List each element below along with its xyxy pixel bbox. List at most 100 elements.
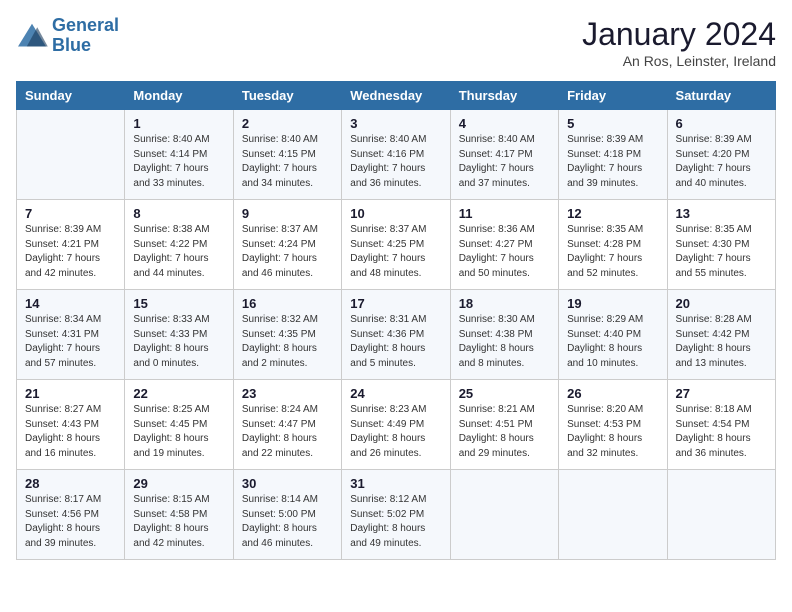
day-info: Sunrise: 8:40 AMSunset: 4:16 PMDaylight:… (350, 133, 441, 191)
col-monday: Monday (125, 82, 233, 110)
table-row: 15Sunrise: 8:33 AMSunset: 4:33 PMDayligh… (125, 290, 233, 380)
table-row: 23 Sunrise: 8:24 AMSunset: 4:47 PMDayligh… (233, 380, 341, 470)
day-info: Sunrise: 8:38 AMSunset: 4:22 PMDaylight:… (133, 223, 224, 281)
day-info: Sunrise: 8:39 AMSunset: 4:18 PMDaylight:… (567, 133, 658, 191)
table-row: 17Sunrise: 8:31 AMSunset: 4:36 PMDayligh… (342, 290, 450, 380)
table-row: 24 Sunrise: 8:23 AMSunset: 4:49 PMDayligh… (342, 380, 450, 470)
day-info: Sunrise: 8:25 AMSunset: 4:45 PMDaylight:… (133, 403, 224, 461)
day-number: 3 (350, 116, 441, 131)
day-info: Sunrise: 8:24 AMSunset: 4:47 PMDaylight:… (242, 403, 333, 461)
day-info: Sunrise: 8:21 AMSunset: 4:51 PMDaylight:… (459, 403, 550, 461)
day-number: 20 (676, 296, 767, 311)
day-number: 25 (459, 386, 550, 401)
table-row (450, 470, 558, 560)
table-row (559, 470, 667, 560)
day-number: 11 (459, 206, 550, 221)
table-row: 4 Sunrise: 8:40 AMSunset: 4:17 PMDaylight… (450, 110, 558, 200)
calendar-table: Sunday Monday Tuesday Wednesday Thursday… (16, 81, 776, 560)
table-row: 21Sunrise: 8:27 AMSunset: 4:43 PMDayligh… (17, 380, 125, 470)
col-thursday: Thursday (450, 82, 558, 110)
day-info: Sunrise: 8:14 AMSunset: 5:00 PMDaylight:… (242, 493, 333, 551)
day-number: 18 (459, 296, 550, 311)
day-info: Sunrise: 8:18 AMSunset: 4:54 PMDaylight:… (676, 403, 767, 461)
logo-text: General Blue (52, 16, 119, 56)
calendar-week-row: 1 Sunrise: 8:40 AMSunset: 4:14 PMDaylight… (17, 110, 776, 200)
day-number: 19 (567, 296, 658, 311)
day-info: Sunrise: 8:20 AMSunset: 4:53 PMDaylight:… (567, 403, 658, 461)
table-row: 3 Sunrise: 8:40 AMSunset: 4:16 PMDaylight… (342, 110, 450, 200)
day-number: 8 (133, 206, 224, 221)
table-row: 1 Sunrise: 8:40 AMSunset: 4:14 PMDaylight… (125, 110, 233, 200)
table-row (17, 110, 125, 200)
day-info: Sunrise: 8:37 AMSunset: 4:25 PMDaylight:… (350, 223, 441, 281)
day-number: 26 (567, 386, 658, 401)
table-row: 29 Sunrise: 8:15 AMSunset: 4:58 PMDayligh… (125, 470, 233, 560)
table-row: 10Sunrise: 8:37 AMSunset: 4:25 PMDayligh… (342, 200, 450, 290)
table-row: 14 Sunrise: 8:34 AMSunset: 4:31 PMDayligh… (17, 290, 125, 380)
day-info: Sunrise: 8:17 AMSunset: 4:56 PMDaylight:… (25, 493, 116, 551)
day-info: Sunrise: 8:40 AMSunset: 4:15 PMDaylight:… (242, 133, 333, 191)
table-row: 26 Sunrise: 8:20 AMSunset: 4:53 PMDayligh… (559, 380, 667, 470)
day-info: Sunrise: 8:12 AMSunset: 5:02 PMDaylight:… (350, 493, 441, 551)
table-row: 19 Sunrise: 8:29 AMSunset: 4:40 PMDayligh… (559, 290, 667, 380)
day-info: Sunrise: 8:29 AMSunset: 4:40 PMDaylight:… (567, 313, 658, 371)
table-row: 6Sunrise: 8:39 AMSunset: 4:20 PMDaylight… (667, 110, 775, 200)
day-number: 6 (676, 116, 767, 131)
day-number: 2 (242, 116, 333, 131)
col-tuesday: Tuesday (233, 82, 341, 110)
day-info: Sunrise: 8:40 AMSunset: 4:17 PMDaylight:… (459, 133, 550, 191)
day-info: Sunrise: 8:34 AMSunset: 4:31 PMDaylight:… (25, 313, 116, 371)
day-number: 7 (25, 206, 116, 221)
day-info: Sunrise: 8:28 AMSunset: 4:42 PMDaylight:… (676, 313, 767, 371)
table-row: 30 Sunrise: 8:14 AMSunset: 5:00 PMDayligh… (233, 470, 341, 560)
day-number: 29 (133, 476, 224, 491)
table-row: 13Sunrise: 8:35 AMSunset: 4:30 PMDayligh… (667, 200, 775, 290)
day-number: 24 (350, 386, 441, 401)
day-number: 4 (459, 116, 550, 131)
table-row: 16Sunrise: 8:32 AMSunset: 4:35 PMDayligh… (233, 290, 341, 380)
day-number: 13 (676, 206, 767, 221)
table-row (667, 470, 775, 560)
page-header: General Blue January 2024 An Ros, Leinst… (16, 16, 776, 69)
day-info: Sunrise: 8:35 AMSunset: 4:28 PMDaylight:… (567, 223, 658, 281)
table-row: 9Sunrise: 8:37 AMSunset: 4:24 PMDaylight… (233, 200, 341, 290)
day-info: Sunrise: 8:36 AMSunset: 4:27 PMDaylight:… (459, 223, 550, 281)
table-row: 22 Sunrise: 8:25 AMSunset: 4:45 PMDayligh… (125, 380, 233, 470)
day-number: 31 (350, 476, 441, 491)
day-number: 28 (25, 476, 116, 491)
calendar-title: January 2024 (582, 16, 776, 53)
table-row: 12Sunrise: 8:35 AMSunset: 4:28 PMDayligh… (559, 200, 667, 290)
day-number: 5 (567, 116, 658, 131)
calendar-week-row: 28 Sunrise: 8:17 AMSunset: 4:56 PMDayligh… (17, 470, 776, 560)
calendar-week-row: 7 Sunrise: 8:39 AMSunset: 4:21 PMDaylight… (17, 200, 776, 290)
day-number: 21 (25, 386, 116, 401)
day-info: Sunrise: 8:23 AMSunset: 4:49 PMDaylight:… (350, 403, 441, 461)
table-row: 27 Sunrise: 8:18 AMSunset: 4:54 PMDayligh… (667, 380, 775, 470)
table-row: 20 Sunrise: 8:28 AMSunset: 4:42 PMDayligh… (667, 290, 775, 380)
day-number: 15 (133, 296, 224, 311)
col-saturday: Saturday (667, 82, 775, 110)
day-info: Sunrise: 8:15 AMSunset: 4:58 PMDaylight:… (133, 493, 224, 551)
day-number: 22 (133, 386, 224, 401)
table-row: 31 Sunrise: 8:12 AMSunset: 5:02 PMDayligh… (342, 470, 450, 560)
day-info: Sunrise: 8:39 AMSunset: 4:21 PMDaylight:… (25, 223, 116, 281)
calendar-week-row: 21Sunrise: 8:27 AMSunset: 4:43 PMDayligh… (17, 380, 776, 470)
day-number: 1 (133, 116, 224, 131)
day-number: 30 (242, 476, 333, 491)
day-number: 23 (242, 386, 333, 401)
table-row: 11 Sunrise: 8:36 AMSunset: 4:27 PMDayligh… (450, 200, 558, 290)
day-number: 27 (676, 386, 767, 401)
table-row: 18Sunrise: 8:30 AMSunset: 4:38 PMDayligh… (450, 290, 558, 380)
day-number: 14 (25, 296, 116, 311)
table-row: 25 Sunrise: 8:21 AMSunset: 4:51 PMDayligh… (450, 380, 558, 470)
day-number: 17 (350, 296, 441, 311)
table-row: 8 Sunrise: 8:38 AMSunset: 4:22 PMDaylight… (125, 200, 233, 290)
title-block: January 2024 An Ros, Leinster, Ireland (582, 16, 776, 69)
logo: General Blue (16, 16, 119, 56)
day-info: Sunrise: 8:40 AMSunset: 4:14 PMDaylight:… (133, 133, 224, 191)
logo-icon (16, 22, 48, 50)
day-number: 16 (242, 296, 333, 311)
table-row: 5 Sunrise: 8:39 AMSunset: 4:18 PMDaylight… (559, 110, 667, 200)
table-row: 7 Sunrise: 8:39 AMSunset: 4:21 PMDaylight… (17, 200, 125, 290)
day-info: Sunrise: 8:37 AMSunset: 4:24 PMDaylight:… (242, 223, 333, 281)
